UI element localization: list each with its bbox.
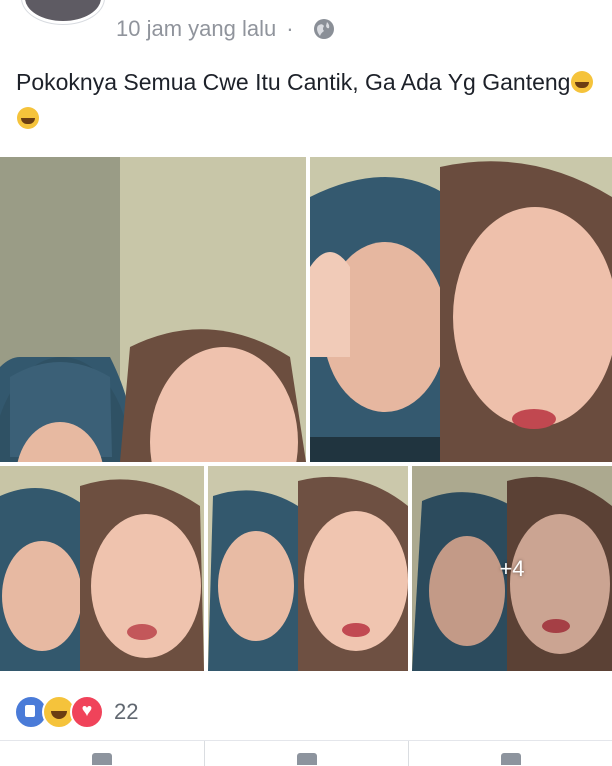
author-avatar[interactable]: [22, 0, 104, 24]
laughing-crying-emoji: [571, 71, 594, 93]
photo-5-more[interactable]: +4: [412, 466, 612, 671]
love-icon: [70, 695, 104, 729]
post-time[interactable]: 10 jam yang lalu: [116, 16, 276, 42]
laughing-crying-emoji: [17, 107, 39, 129]
photo-1[interactable]: [0, 157, 306, 462]
meta-separator: ·: [286, 16, 294, 41]
photo-3[interactable]: [0, 466, 204, 671]
photo-3-image: [0, 466, 204, 671]
comment-button-icon: [297, 753, 317, 765]
photo-4-image: [208, 466, 408, 671]
like-button[interactable]: [0, 741, 204, 766]
photo-2-image: [310, 157, 612, 462]
share-button-icon: [501, 753, 521, 765]
share-button[interactable]: [409, 741, 612, 766]
reactions-summary[interactable]: 22: [14, 694, 138, 730]
post-header: 10 jam yang lalu ·: [0, 0, 612, 52]
more-photos-count: +4: [499, 555, 525, 581]
globe-icon: [313, 19, 334, 39]
like-button-icon: [92, 753, 112, 765]
reaction-count: 22: [114, 699, 139, 724]
comment-button[interactable]: [205, 741, 409, 766]
post-text-content: Pokoknya Semua Cwe Itu Cantik, Ga Ada Yg…: [16, 69, 571, 95]
photo-4[interactable]: [208, 466, 408, 671]
post-meta: 10 jam yang lalu ·: [116, 16, 336, 42]
photo-2[interactable]: [310, 157, 612, 462]
post-text: Pokoknya Semua Cwe Itu Cantik, Ga Ada Yg…: [16, 64, 596, 136]
photo-1-image: [0, 157, 306, 462]
post-actions-bar: [0, 740, 612, 766]
